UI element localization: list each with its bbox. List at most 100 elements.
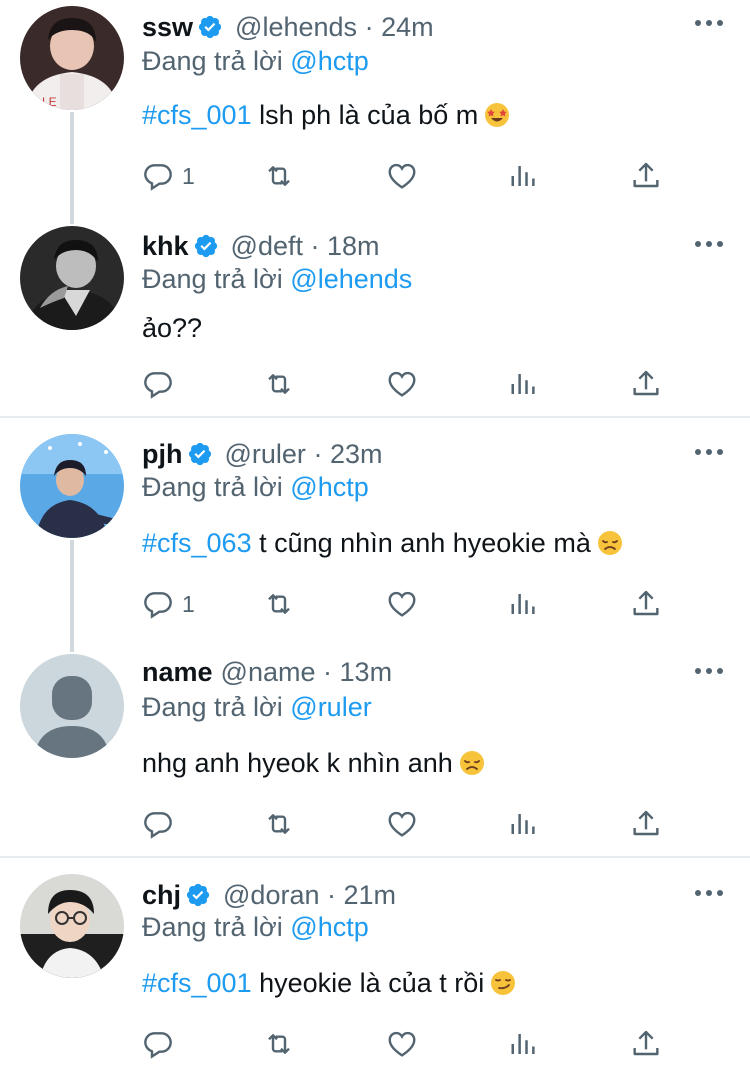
avatar[interactable] bbox=[20, 226, 124, 330]
replying-to-label: Đang trả lời bbox=[142, 692, 283, 722]
mention-link[interactable]: @ruler bbox=[290, 692, 371, 722]
user-handle[interactable]: @lehends bbox=[235, 12, 357, 42]
like-button[interactable] bbox=[386, 584, 418, 624]
mention-link[interactable]: @hctp bbox=[290, 912, 368, 942]
analytics-button[interactable] bbox=[509, 804, 539, 844]
timestamp[interactable]: 23m bbox=[330, 439, 383, 469]
retweet-icon bbox=[268, 594, 290, 614]
share-button[interactable] bbox=[630, 804, 662, 844]
more-options-icon[interactable] bbox=[694, 18, 724, 28]
share-icon bbox=[633, 810, 659, 836]
tweet[interactable]: pjh @ruler · 23m Đang trả lời @hctp #cfs_… bbox=[0, 418, 750, 638]
retweet-icon bbox=[268, 166, 290, 186]
hashtag-link[interactable]: #cfs_001 bbox=[142, 100, 252, 130]
retweet-icon bbox=[268, 1034, 290, 1054]
heart-icon bbox=[388, 811, 416, 837]
tweet[interactable]: chj @doran · 21m Đang trả lời @hctp #cfs_… bbox=[0, 858, 750, 1073]
tweet[interactable]: name @name · 13m Đang trả lời @ruler nhg … bbox=[0, 638, 750, 856]
timestamp[interactable]: 21m bbox=[344, 880, 397, 910]
reply-icon bbox=[144, 1032, 172, 1059]
user-handle[interactable]: @name bbox=[221, 657, 316, 687]
star-struck-emoji-icon bbox=[485, 103, 510, 127]
replying-to: Đang trả lời @ruler bbox=[142, 690, 372, 724]
timestamp[interactable]: 24m bbox=[381, 12, 434, 42]
avatar[interactable] bbox=[20, 874, 124, 978]
user-handle[interactable]: @deft bbox=[231, 231, 303, 261]
share-button[interactable] bbox=[630, 584, 662, 624]
more-options-icon[interactable] bbox=[694, 888, 724, 898]
replying-to: Đang trả lời @lehends bbox=[142, 262, 412, 296]
more-options-icon[interactable] bbox=[694, 447, 724, 457]
heart-icon bbox=[388, 1031, 416, 1057]
like-button[interactable] bbox=[386, 804, 418, 844]
disappointed-emoji-icon bbox=[597, 531, 622, 555]
retweet-button[interactable] bbox=[262, 1024, 296, 1064]
retweet-button[interactable] bbox=[262, 364, 296, 404]
mention-link[interactable]: @hctp bbox=[290, 472, 368, 502]
separator-dot: · bbox=[327, 880, 336, 910]
replying-to-label: Đang trả lời bbox=[142, 264, 283, 294]
analytics-button[interactable] bbox=[509, 364, 539, 404]
replying-to: Đang trả lời @hctp bbox=[142, 910, 369, 944]
tweet-body: t cũng nhìn anh hyeokie mà bbox=[259, 528, 591, 558]
display-name[interactable]: khk bbox=[142, 231, 189, 261]
more-options-icon[interactable] bbox=[694, 239, 724, 249]
hashtag-link[interactable]: #cfs_001 bbox=[142, 968, 252, 998]
replying-to-label: Đang trả lời bbox=[142, 912, 283, 942]
tweet-text: #cfs_001 lsh ph là của bố m bbox=[142, 98, 510, 132]
separator-dot: · bbox=[313, 439, 323, 469]
display-name[interactable]: pjh bbox=[142, 439, 183, 469]
verified-badge-icon bbox=[186, 883, 210, 907]
timestamp[interactable]: 13m bbox=[340, 657, 393, 687]
display-name[interactable]: ssw bbox=[142, 12, 193, 42]
user-handle[interactable]: @ruler bbox=[225, 439, 306, 469]
replying-to-label: Đang trả lời bbox=[142, 472, 283, 502]
share-button[interactable] bbox=[630, 156, 662, 196]
retweet-button[interactable] bbox=[262, 804, 296, 844]
mention-link[interactable]: @lehends bbox=[290, 264, 412, 294]
user-handle[interactable]: @doran bbox=[223, 880, 319, 910]
reply-button[interactable] bbox=[142, 804, 174, 844]
replying-to: Đang trả lời @hctp bbox=[142, 44, 369, 78]
share-button[interactable] bbox=[630, 364, 662, 404]
tweet-body: ảo?? bbox=[142, 313, 203, 343]
reply-icon bbox=[144, 372, 172, 399]
analytics-button[interactable] bbox=[509, 156, 539, 196]
tweet-actions: 1 bbox=[0, 156, 750, 196]
reply-count: 1 bbox=[182, 590, 195, 617]
reply-button[interactable] bbox=[142, 364, 174, 404]
analytics-button[interactable] bbox=[509, 584, 539, 624]
tweet[interactable]: LE ssw @lehends · 24m Đang trả lời @hctp … bbox=[0, 0, 750, 218]
like-button[interactable] bbox=[386, 156, 418, 196]
retweet-icon bbox=[268, 814, 290, 834]
retweet-button[interactable] bbox=[262, 156, 296, 196]
tweet[interactable]: khk @deft · 18m Đang trả lời @lehends ảo?… bbox=[0, 218, 750, 416]
like-button[interactable] bbox=[386, 1024, 418, 1064]
reply-button[interactable] bbox=[142, 1024, 174, 1064]
tweet-body: hyeokie là của t rồi bbox=[259, 968, 485, 998]
more-options-icon[interactable] bbox=[694, 666, 724, 676]
timestamp[interactable]: 18m bbox=[327, 231, 380, 261]
mention-link[interactable]: @hctp bbox=[290, 46, 368, 76]
display-name[interactable]: chj bbox=[142, 880, 181, 910]
display-name[interactable]: name bbox=[142, 657, 213, 687]
reply-icon bbox=[144, 592, 172, 619]
svg-text:LE: LE bbox=[42, 95, 57, 109]
smirk-emoji-icon bbox=[491, 971, 516, 995]
reply-button[interactable]: 1 bbox=[142, 584, 195, 624]
verified-badge-icon bbox=[188, 442, 211, 466]
analytics-button[interactable] bbox=[509, 1024, 539, 1064]
analytics-icon bbox=[511, 1034, 535, 1054]
analytics-icon bbox=[511, 374, 535, 394]
avatar[interactable]: LE bbox=[20, 6, 124, 110]
reply-button[interactable]: 1 bbox=[142, 156, 195, 196]
retweet-icon bbox=[268, 374, 290, 394]
like-button[interactable] bbox=[386, 364, 418, 404]
avatar[interactable] bbox=[20, 654, 124, 758]
tweet-body: lsh ph là của bố m bbox=[259, 100, 479, 130]
retweet-button[interactable] bbox=[262, 584, 296, 624]
share-button[interactable] bbox=[630, 1024, 662, 1064]
avatar[interactable] bbox=[20, 434, 124, 538]
separator-dot: · bbox=[364, 12, 374, 42]
hashtag-link[interactable]: #cfs_063 bbox=[142, 528, 252, 558]
